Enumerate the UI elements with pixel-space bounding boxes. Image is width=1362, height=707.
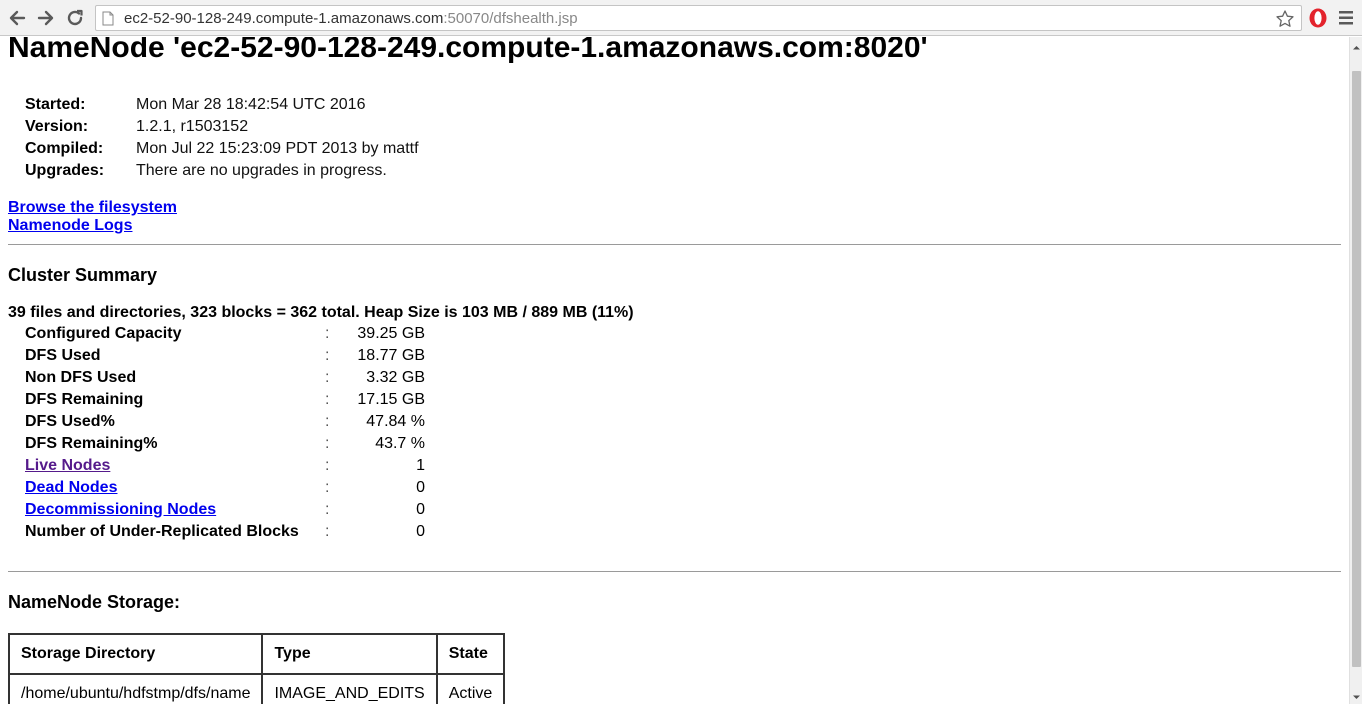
page-title: NameNode 'ec2-52-90-128-249.compute-1.am… xyxy=(8,37,928,64)
cluster-summary-line: 39 files and directories, 323 blocks = 3… xyxy=(8,304,634,321)
column-header-state: State xyxy=(435,633,506,675)
scrollbar-thumb[interactable] xyxy=(1352,71,1361,667)
info-row-upgrades: Upgrades: There are no upgrades in progr… xyxy=(25,160,419,182)
summary-colon: : xyxy=(325,391,330,408)
dead-nodes-link[interactable]: Dead Nodes xyxy=(25,479,117,496)
browser-toolbar: ec2-52-90-128-249.compute-1.amazonaws.co… xyxy=(0,0,1362,36)
summary-colon: : xyxy=(325,325,330,342)
summary-label: Number of Under-Replicated Blocks xyxy=(25,523,299,540)
reload-icon xyxy=(67,9,83,26)
summary-row-dfs-remaining: DFS Remaining : 17.15 GB xyxy=(25,389,425,411)
live-nodes-link[interactable]: Live Nodes xyxy=(25,457,110,474)
summary-value: 18.77 GB xyxy=(357,347,425,364)
page-icon xyxy=(102,10,116,26)
namenode-info: Started: Mon Mar 28 18:42:54 UTC 2016 Ve… xyxy=(25,94,419,182)
summary-value: 39.25 GB xyxy=(357,325,425,342)
cluster-summary-title: Cluster Summary xyxy=(8,265,158,285)
url-host: ec2-52-90-128-249.compute-1.amazonaws.co… xyxy=(124,9,444,27)
summary-label-cell: Live Nodes xyxy=(25,457,325,475)
summary-label: Configured Capacity xyxy=(25,325,182,342)
summary-label: DFS Remaining xyxy=(25,391,144,408)
cluster-summary-table: Configured Capacity : 39.25 GB DFS Used … xyxy=(25,323,425,543)
storage-type-cell: IMAGE_AND_EDITS xyxy=(261,673,438,704)
address-bar[interactable]: ec2-52-90-128-249.compute-1.amazonaws.co… xyxy=(95,5,1302,31)
divider xyxy=(8,571,1341,572)
url-text: ec2-52-90-128-249.compute-1.amazonaws.co… xyxy=(124,10,578,27)
summary-row-decommissioning-nodes: Decommissioning Nodes : 0 xyxy=(25,499,425,521)
summary-row-live-nodes: Live Nodes : 1 xyxy=(25,455,425,477)
divider xyxy=(8,244,1341,245)
summary-colon: : xyxy=(325,347,330,364)
reload-button[interactable] xyxy=(64,7,86,29)
summary-row-under-replicated-blocks: Number of Under-Replicated Blocks : 0 xyxy=(25,521,425,543)
summary-colon: : xyxy=(325,413,330,430)
storage-directory-cell: /home/ubuntu/hdfstmp/dfs/name xyxy=(7,673,264,704)
summary-value: 0 xyxy=(416,501,425,518)
info-label: Started: xyxy=(25,96,86,113)
info-label: Version: xyxy=(25,118,89,135)
info-row-version: Version: 1.2.1, r1503152 xyxy=(25,116,419,138)
summary-value: 3.32 GB xyxy=(366,369,425,386)
summary-value: 0 xyxy=(416,523,425,540)
summary-colon: : xyxy=(325,457,330,474)
table-row: /home/ubuntu/hdfstmp/dfs/name IMAGE_AND_… xyxy=(7,673,506,704)
info-value: 1.2.1, r1503152 xyxy=(136,118,249,135)
namenode-storage-title: NameNode Storage: xyxy=(8,592,181,612)
summary-value: 1 xyxy=(416,457,425,474)
column-header-storage-directory: Storage Directory xyxy=(7,633,264,675)
summary-label: DFS Used% xyxy=(25,413,115,430)
decommissioning-nodes-link[interactable]: Decommissioning Nodes xyxy=(25,501,216,518)
summary-value: 43.7 % xyxy=(375,435,425,452)
browse-filesystem-link[interactable]: Browse the filesystem xyxy=(8,199,177,217)
forward-button[interactable] xyxy=(35,7,57,29)
summary-row-non-dfs-used: Non DFS Used : 3.32 GB xyxy=(25,367,425,389)
storage-state-cell: Active xyxy=(435,673,506,704)
bookmark-star-icon[interactable] xyxy=(1275,9,1295,29)
summary-value: 17.15 GB xyxy=(357,391,425,408)
forward-arrow-icon xyxy=(37,10,54,26)
info-value: Mon Jul 22 15:23:09 PDT 2013 by mattf xyxy=(136,140,419,157)
summary-row-dfs-used: DFS Used : 18.77 GB xyxy=(25,345,425,367)
summary-label-cell: Decommissioning Nodes xyxy=(25,501,325,519)
info-label: Compiled: xyxy=(25,140,104,157)
summary-label: DFS Used xyxy=(25,347,101,364)
info-row-compiled: Compiled: Mon Jul 22 15:23:09 PDT 2013 b… xyxy=(25,138,419,160)
namenode-logs-link[interactable]: Namenode Logs xyxy=(8,217,177,235)
opera-extension-icon[interactable] xyxy=(1308,7,1328,29)
summary-value: 47.84 % xyxy=(366,413,425,430)
summary-colon: : xyxy=(325,501,330,518)
page-content: NameNode 'ec2-52-90-128-249.compute-1.am… xyxy=(0,37,1349,704)
summary-label-cell: Dead Nodes xyxy=(25,479,325,497)
info-label: Upgrades: xyxy=(25,162,105,179)
table-header-row: Storage Directory Type State xyxy=(7,633,506,675)
vertical-scrollbar[interactable] xyxy=(1349,37,1362,704)
info-row-started: Started: Mon Mar 28 18:42:54 UTC 2016 xyxy=(25,94,419,116)
back-arrow-icon xyxy=(9,10,26,26)
summary-colon: : xyxy=(325,523,330,540)
column-header-type: Type xyxy=(261,633,438,675)
summary-colon: : xyxy=(325,369,330,386)
summary-row-configured-capacity: Configured Capacity : 39.25 GB xyxy=(25,323,425,345)
summary-colon: : xyxy=(325,435,330,452)
namenode-storage-table: Storage Directory Type State /home/ubunt… xyxy=(7,633,506,704)
info-value: There are no upgrades in progress. xyxy=(136,162,387,179)
summary-row-dfs-remaining-percent: DFS Remaining% : 43.7 % xyxy=(25,433,425,455)
menu-icon[interactable] xyxy=(1338,8,1354,28)
summary-label: DFS Remaining% xyxy=(25,435,158,452)
summary-value: 0 xyxy=(416,479,425,496)
summary-row-dfs-used-percent: DFS Used% : 47.84 % xyxy=(25,411,425,433)
scroll-down-arrow-icon[interactable] xyxy=(1352,689,1361,699)
summary-colon: : xyxy=(325,479,330,496)
summary-row-dead-nodes: Dead Nodes : 0 xyxy=(25,477,425,499)
back-button[interactable] xyxy=(6,7,28,29)
summary-label: Non DFS Used xyxy=(25,369,137,386)
info-value: Mon Mar 28 18:42:54 UTC 2016 xyxy=(136,96,366,113)
quick-links: Browse the filesystem Namenode Logs xyxy=(8,199,177,235)
scroll-up-arrow-icon[interactable] xyxy=(1352,39,1361,50)
url-path: :50070/dfshealth.jsp xyxy=(443,9,578,27)
